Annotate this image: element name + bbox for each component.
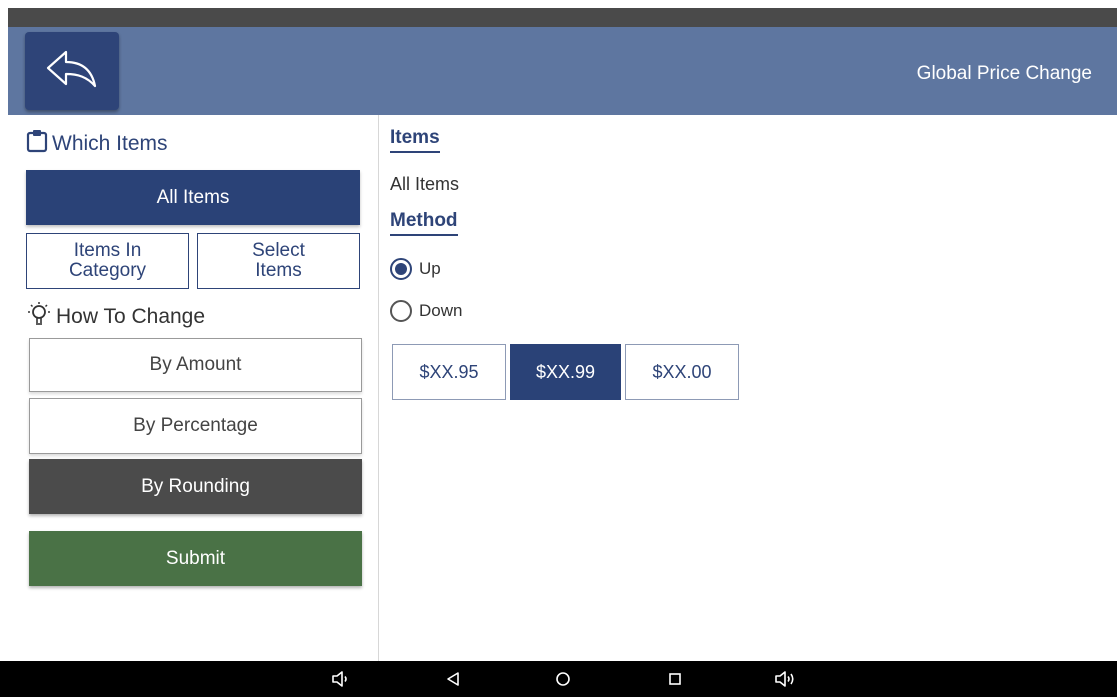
back-triangle-icon[interactable]: [440, 667, 466, 691]
method-up-radio[interactable]: Up: [390, 258, 441, 280]
items-in-category-button[interactable]: Items In Category: [26, 233, 189, 289]
reply-arrow-icon: [45, 49, 99, 94]
rounding-option-99[interactable]: $XX.99: [510, 344, 621, 400]
select-items-button[interactable]: Select Items: [197, 233, 360, 289]
items-in-category-line2: Category: [68, 260, 147, 281]
method-down-label: Down: [419, 301, 463, 320]
volume-down-icon[interactable]: [327, 667, 353, 691]
radio-unselected-icon: [390, 300, 412, 322]
radio-selected-icon: [390, 258, 412, 280]
rounding-option-95[interactable]: $XX.95: [392, 344, 506, 400]
how-to-change-text: How To Change: [56, 305, 206, 328]
by-percentage-button[interactable]: By Percentage: [29, 398, 362, 454]
app-header: Global Price Change: [8, 27, 1117, 115]
all-items-button[interactable]: All Items: [26, 170, 360, 225]
recents-square-icon[interactable]: [662, 667, 688, 691]
select-items-label: Select Items: [252, 241, 305, 281]
select-items-line2: Items: [255, 260, 302, 281]
method-down-radio[interactable]: Down: [390, 300, 462, 322]
system-nav-bar: [0, 661, 1117, 697]
items-in-category-label: Items In Category: [69, 241, 146, 281]
options-panel: Which Items All Items Items In Category …: [8, 115, 379, 661]
method-heading: Method: [390, 210, 458, 236]
by-rounding-button[interactable]: By Rounding: [29, 459, 362, 514]
which-items-label: Which Items: [26, 129, 168, 159]
items-heading: Items: [390, 127, 440, 153]
items-value: All Items: [390, 174, 460, 194]
method-up-label: Up: [419, 259, 441, 278]
clipboard-icon: [26, 129, 48, 159]
how-to-change-label: How To Change: [26, 301, 205, 333]
which-items-text: Which Items: [52, 132, 168, 155]
home-circle-icon[interactable]: [550, 667, 576, 691]
page-title: Global Price Change: [916, 63, 1092, 84]
status-bar: [8, 8, 1117, 27]
items-in-category-line1: Items In: [73, 240, 142, 261]
volume-up-icon[interactable]: [772, 667, 798, 691]
back-button[interactable]: [25, 32, 119, 110]
lightbulb-icon: [26, 301, 52, 333]
by-amount-button[interactable]: By Amount: [29, 338, 362, 392]
rounding-option-00[interactable]: $XX.00: [625, 344, 739, 400]
select-items-line1: Select: [252, 240, 305, 261]
submit-button[interactable]: Submit: [29, 531, 362, 586]
detail-panel: Items All Items Method Up Down $XX.95 $X…: [380, 115, 1117, 661]
